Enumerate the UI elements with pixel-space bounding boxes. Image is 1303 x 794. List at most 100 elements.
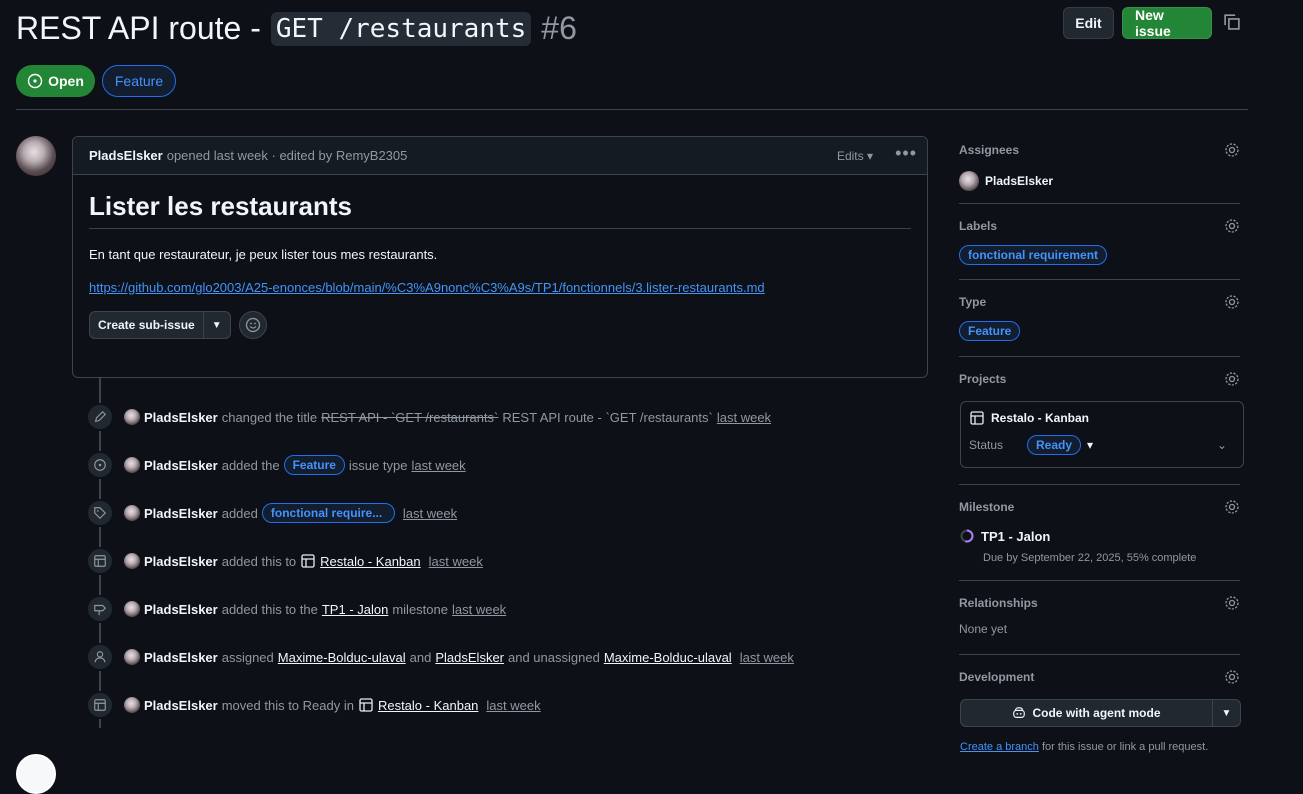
avatar[interactable] bbox=[124, 697, 140, 713]
edit-button[interactable]: Edit bbox=[1063, 7, 1114, 39]
type-pill[interactable]: Feature bbox=[959, 321, 1021, 341]
timeline-user[interactable]: PladsElsker bbox=[144, 554, 218, 569]
milestone-section: Milestone TP1 - Jalon Due by September 2… bbox=[959, 498, 1240, 564]
type-pill[interactable]: Feature bbox=[283, 455, 345, 475]
user-link[interactable]: PladsElsker bbox=[435, 650, 504, 665]
code-with-agent-button[interactable]: Code with agent mode ▼ bbox=[960, 699, 1241, 727]
triangle-down-icon[interactable]: ▼ bbox=[202, 312, 230, 338]
avatar[interactable] bbox=[124, 553, 140, 569]
timestamp[interactable]: last week bbox=[429, 554, 483, 569]
label-pill[interactable]: fonctional requirement bbox=[959, 245, 1108, 265]
section-title: Projects bbox=[959, 372, 1007, 386]
avatar[interactable] bbox=[959, 171, 979, 191]
new-title: REST API route - `GET /restaurants` bbox=[502, 409, 713, 425]
spec-link[interactable]: https://github.com/glo2003/A25-enonces/b… bbox=[89, 280, 765, 295]
timeline-item: PladsElsker added the Feature issue type… bbox=[86, 451, 466, 479]
comment-author[interactable]: PladsElsker bbox=[89, 148, 163, 163]
table-icon bbox=[86, 691, 114, 719]
avatar[interactable] bbox=[124, 601, 140, 617]
section-title: Milestone bbox=[959, 500, 1015, 514]
avatar[interactable] bbox=[16, 136, 56, 176]
edits-dropdown[interactable]: Edits ▾ bbox=[837, 149, 873, 163]
project-link[interactable]: Restalo - Kanban bbox=[378, 698, 478, 713]
gear-icon[interactable] bbox=[1224, 294, 1240, 310]
create-sub-issue-label: Create sub-issue bbox=[98, 318, 195, 332]
timeline-user[interactable]: PladsElsker bbox=[144, 458, 218, 473]
chevron-down-icon[interactable]: ⌄ bbox=[1217, 438, 1227, 452]
gear-icon[interactable] bbox=[1224, 669, 1240, 685]
timeline-user[interactable]: PladsElsker bbox=[144, 410, 218, 425]
project-card[interactable]: Restalo - Kanban Status Ready ▾ ⌄ bbox=[960, 401, 1244, 468]
avatar[interactable] bbox=[124, 505, 140, 521]
sub-issue-row: Create sub-issue ▼ bbox=[89, 311, 911, 339]
timestamp[interactable]: last week bbox=[717, 410, 771, 425]
timeline-text: assigned bbox=[221, 649, 274, 665]
copilot-icon bbox=[1013, 707, 1026, 718]
assignee-name[interactable]: PladsElsker bbox=[985, 174, 1053, 188]
milestone-link[interactable]: TP1 - Jalon bbox=[322, 602, 388, 617]
project-link[interactable]: Restalo - Kanban bbox=[320, 554, 420, 569]
avatar[interactable] bbox=[124, 457, 140, 473]
timeline-user[interactable]: PladsElsker bbox=[144, 506, 218, 521]
section-title: Labels bbox=[959, 219, 998, 233]
avatar[interactable] bbox=[16, 754, 56, 794]
create-branch-link[interactable]: Create a branch bbox=[960, 741, 1039, 753]
timeline-user[interactable]: PladsElsker bbox=[144, 602, 218, 617]
section-title: Assignees bbox=[959, 143, 1020, 157]
milestone-icon bbox=[86, 595, 114, 623]
triangle-down-icon[interactable]: ▼ bbox=[1212, 700, 1240, 726]
timeline-user[interactable]: PladsElsker bbox=[144, 650, 218, 665]
emoji-icon[interactable] bbox=[238, 311, 267, 339]
divider bbox=[959, 279, 1240, 280]
issue-number: #6 bbox=[541, 10, 577, 46]
user-link[interactable]: Maxime-Bolduc-ulaval bbox=[278, 650, 406, 665]
agent-label: Code with agent mode bbox=[1032, 706, 1161, 720]
type-badge[interactable]: Feature bbox=[102, 65, 176, 97]
create-sub-issue-button[interactable]: Create sub-issue ▼ bbox=[89, 311, 231, 339]
user-link[interactable]: Maxime-Bolduc-ulaval bbox=[604, 650, 732, 665]
timeline-text: added this to the bbox=[221, 601, 318, 617]
timeline-text: moved this to Ready in bbox=[221, 697, 354, 713]
table-icon bbox=[86, 547, 114, 575]
gear-icon[interactable] bbox=[1224, 595, 1240, 611]
timeline-text: changed the title bbox=[221, 409, 318, 425]
caret-down-icon[interactable]: ▾ bbox=[1087, 438, 1093, 452]
gear-icon[interactable] bbox=[1224, 218, 1240, 234]
divider bbox=[959, 203, 1240, 204]
timeline-user[interactable]: PladsElsker bbox=[144, 698, 218, 713]
issue-comment: PladsElsker opened last week · edited by… bbox=[72, 136, 928, 378]
timestamp[interactable]: last week bbox=[452, 602, 506, 617]
progress-ring-icon bbox=[960, 529, 974, 543]
divider bbox=[959, 356, 1240, 357]
milestone-due: Due by September 22, 2025, 55% complete bbox=[983, 552, 1197, 564]
page-title: REST API route - GET /restaurants #6 bbox=[16, 10, 577, 47]
timestamp[interactable]: last week bbox=[411, 458, 465, 473]
branch-text: for this issue or link a pull request. bbox=[1041, 741, 1209, 753]
assignees-section: Assignees PladsElsker bbox=[959, 141, 1240, 191]
timeline-text: added this to bbox=[221, 553, 297, 569]
divider bbox=[959, 484, 1240, 485]
gear-icon[interactable] bbox=[1224, 371, 1240, 387]
avatar[interactable] bbox=[124, 649, 140, 665]
copy-icon[interactable] bbox=[1222, 12, 1242, 32]
status-pill[interactable]: Ready bbox=[1027, 435, 1082, 455]
gear-icon[interactable] bbox=[1224, 499, 1240, 515]
pencil-icon bbox=[86, 403, 114, 431]
timestamp[interactable]: last week bbox=[486, 698, 540, 713]
development-section: Development bbox=[959, 668, 1240, 686]
branch-hint: Create a branch for this issue or link a… bbox=[960, 741, 1208, 753]
timeline-text: and unassigned bbox=[508, 649, 600, 665]
timeline-text: added the bbox=[221, 457, 280, 473]
timeline-item: PladsElsker added fonctional require... … bbox=[86, 499, 457, 527]
gear-icon[interactable] bbox=[1224, 142, 1240, 158]
project-name[interactable]: Restalo - Kanban bbox=[991, 411, 1089, 425]
relationships-value: None yet bbox=[959, 622, 1008, 636]
kebab-menu-icon[interactable]: ••• bbox=[895, 143, 917, 164]
new-issue-button[interactable]: New issue bbox=[1122, 7, 1212, 39]
avatar[interactable] bbox=[124, 409, 140, 425]
label-pill[interactable]: fonctional require... bbox=[261, 503, 395, 523]
timestamp[interactable]: last week bbox=[403, 506, 457, 521]
timestamp[interactable]: last week bbox=[740, 650, 794, 665]
milestone-name[interactable]: TP1 - Jalon bbox=[981, 529, 1050, 544]
status-label: Open bbox=[48, 73, 84, 89]
